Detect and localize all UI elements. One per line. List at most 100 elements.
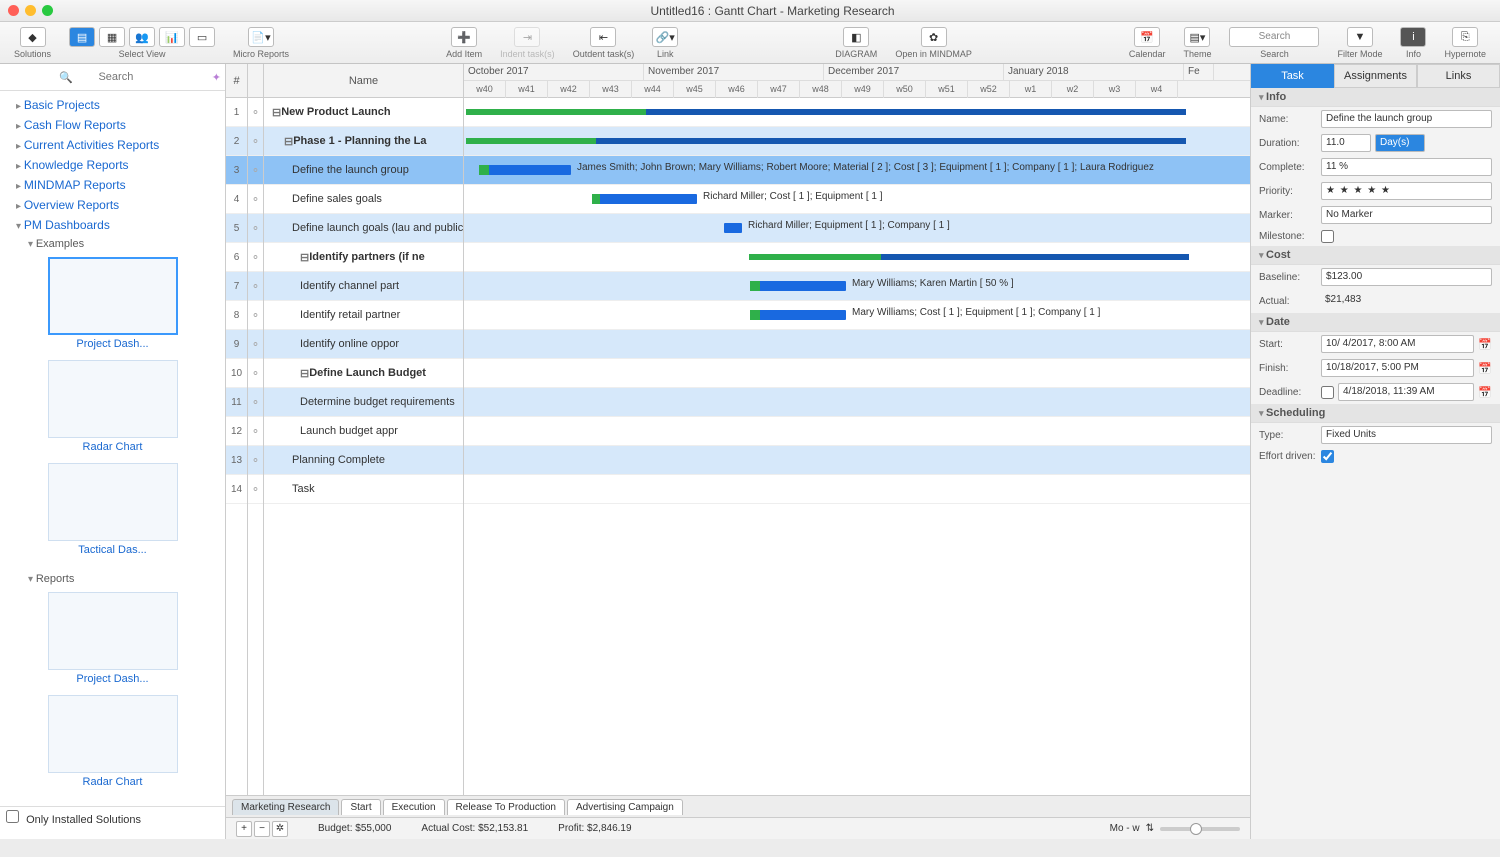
effort-driven-checkbox[interactable]	[1321, 450, 1334, 463]
row-number[interactable]: 2	[226, 127, 247, 156]
task-name-cell[interactable]: Determine budget requirements	[264, 388, 463, 417]
inspector-tab[interactable]: Task	[1251, 64, 1334, 88]
sheet-tab[interactable]: Advertising Campaign	[567, 799, 683, 815]
row-number[interactable]: 10	[226, 359, 247, 388]
task-name-input[interactable]: Define the launch group	[1321, 110, 1492, 128]
gantt-bar[interactable]: Mary Williams; Karen Martin [ 50 % ]	[750, 281, 846, 291]
gantt-bar[interactable]	[749, 254, 1189, 260]
deadline-checkbox[interactable]	[1321, 386, 1334, 399]
start-input[interactable]: 10/ 4/2017, 8:00 AM	[1321, 335, 1474, 353]
section-date[interactable]: Date	[1251, 313, 1500, 332]
reports-header[interactable]: Reports	[6, 570, 219, 588]
row-number[interactable]: 13	[226, 446, 247, 475]
view-gantt-icon[interactable]: ▤	[69, 27, 95, 47]
section-cost[interactable]: Cost	[1251, 246, 1500, 265]
calendar-icon[interactable]: 📅	[1478, 386, 1492, 399]
inspector-tab[interactable]: Assignments	[1334, 64, 1417, 88]
inspector-tab[interactable]: Links	[1417, 64, 1500, 88]
task-name-cell[interactable]: Define Launch Budget	[264, 359, 463, 388]
row-number[interactable]: 5	[226, 214, 247, 243]
gantt-bar[interactable]: Richard Miller; Cost [ 1 ]; Equipment [ …	[592, 194, 697, 204]
finish-input[interactable]: 10/18/2017, 5:00 PM	[1321, 359, 1474, 377]
task-name-cell[interactable]: Identify partners (if ne	[264, 243, 463, 272]
zoom-stepper[interactable]: ⇅	[1146, 823, 1154, 834]
actual-input[interactable]: $21,483	[1321, 292, 1492, 310]
add-row-button[interactable]: +	[236, 821, 252, 837]
deadline-input[interactable]: 4/18/2018, 11:39 AM	[1338, 383, 1474, 401]
micro-reports-button[interactable]: 📄▾	[248, 27, 274, 47]
filter-button[interactable]: ▼	[1347, 27, 1373, 47]
calendar-icon[interactable]: 📅	[1478, 362, 1492, 375]
close-window-icon[interactable]	[8, 5, 19, 16]
gantt-bar[interactable]	[466, 109, 1186, 115]
task-name-cell[interactable]: Define the launch group	[264, 156, 463, 185]
milestone-checkbox[interactable]	[1321, 230, 1334, 243]
sidebar-item[interactable]: Knowledge Reports	[6, 155, 219, 175]
settings-icon[interactable]: ✦	[212, 71, 221, 84]
priority-stars[interactable]: ★ ★ ★ ★ ★	[1321, 182, 1492, 200]
indent-button[interactable]: ⇥	[514, 27, 540, 47]
marker-select[interactable]: No Marker	[1321, 206, 1492, 224]
dashboard-thumbnail[interactable]	[48, 463, 178, 541]
task-name-cell[interactable]: Identify online oppor	[264, 330, 463, 359]
outdent-button[interactable]: ⇤	[590, 27, 616, 47]
sheet-tab[interactable]: Marketing Research	[232, 799, 339, 815]
task-name-cell[interactable]: Planning Complete	[264, 446, 463, 475]
gantt-bar[interactable]: Richard Miller; Equipment [ 1 ]; Company…	[724, 223, 742, 233]
sheet-tab[interactable]: Start	[341, 799, 380, 815]
dashboard-thumbnail[interactable]	[48, 257, 178, 335]
calendar-icon[interactable]: 📅	[1478, 338, 1492, 351]
row-number[interactable]: 7	[226, 272, 247, 301]
duration-unit-select[interactable]: Day(s)	[1375, 134, 1425, 152]
complete-input[interactable]: 11 %	[1321, 158, 1492, 176]
remove-row-button[interactable]: −	[254, 821, 270, 837]
gantt-bar[interactable]	[466, 138, 1186, 144]
task-name-cell[interactable]: Define launch goals (lau and publicity o…	[264, 214, 463, 243]
link-button[interactable]: 🔗▾	[652, 27, 678, 47]
sidebar-item[interactable]: MINDMAP Reports	[6, 175, 219, 195]
task-name-cell[interactable]: Identify channel part	[264, 272, 463, 301]
task-name-cell[interactable]: Identify retail partner	[264, 301, 463, 330]
row-number[interactable]: 1	[226, 98, 247, 127]
view-other-icon[interactable]: ▭	[189, 27, 215, 47]
minimize-window-icon[interactable]	[25, 5, 36, 16]
dashboard-thumbnail[interactable]	[48, 695, 178, 773]
zoom-slider[interactable]	[1160, 827, 1240, 831]
task-name-cell[interactable]: New Product Launch	[264, 98, 463, 127]
row-number[interactable]: 12	[226, 417, 247, 446]
row-number[interactable]: 11	[226, 388, 247, 417]
view-report-icon[interactable]: 📊	[159, 27, 185, 47]
dashboard-thumbnail[interactable]	[48, 592, 178, 670]
row-number[interactable]: 14	[226, 475, 247, 504]
view-resource-icon[interactable]: 👥	[129, 27, 155, 47]
sidebar-item[interactable]: Current Activities Reports	[6, 135, 219, 155]
duration-input[interactable]: 11.0	[1321, 134, 1371, 152]
add-item-button[interactable]: ➕	[451, 27, 477, 47]
sidebar-item[interactable]: PM Dashboards	[6, 215, 219, 235]
mindmap-button[interactable]: ✿	[921, 27, 947, 47]
baseline-input[interactable]: $123.00	[1321, 268, 1492, 286]
sidebar-search-input[interactable]	[4, 68, 212, 86]
row-number[interactable]: 9	[226, 330, 247, 359]
row-number[interactable]: 4	[226, 185, 247, 214]
row-number[interactable]: 8	[226, 301, 247, 330]
hypernote-button[interactable]: ⎘	[1452, 27, 1478, 47]
examples-header[interactable]: Examples	[6, 235, 219, 253]
gantt-bar[interactable]: Mary Williams; Cost [ 1 ]; Equipment [ 1…	[750, 310, 846, 320]
gantt-bar[interactable]: James Smith; John Brown; Mary Williams; …	[479, 165, 571, 175]
type-select[interactable]: Fixed Units	[1321, 426, 1492, 444]
only-installed-checkbox[interactable]	[6, 810, 19, 823]
calendar-button[interactable]: 📅	[1134, 27, 1160, 47]
row-number[interactable]: 6	[226, 243, 247, 272]
task-name-cell[interactable]: Launch budget appr	[264, 417, 463, 446]
toolbar-search-input[interactable]: Search	[1229, 27, 1319, 47]
sheet-tab[interactable]: Execution	[383, 799, 445, 815]
theme-button[interactable]: ▤▾	[1184, 27, 1210, 47]
row-settings-button[interactable]: ✲	[272, 821, 288, 837]
task-name-cell[interactable]: Phase 1 - Planning the La	[264, 127, 463, 156]
section-scheduling[interactable]: Scheduling	[1251, 404, 1500, 423]
sidebar-item[interactable]: Basic Projects	[6, 95, 219, 115]
section-info[interactable]: Info	[1251, 88, 1500, 107]
diagram-button[interactable]: ◧	[843, 27, 869, 47]
row-number[interactable]: 3	[226, 156, 247, 185]
